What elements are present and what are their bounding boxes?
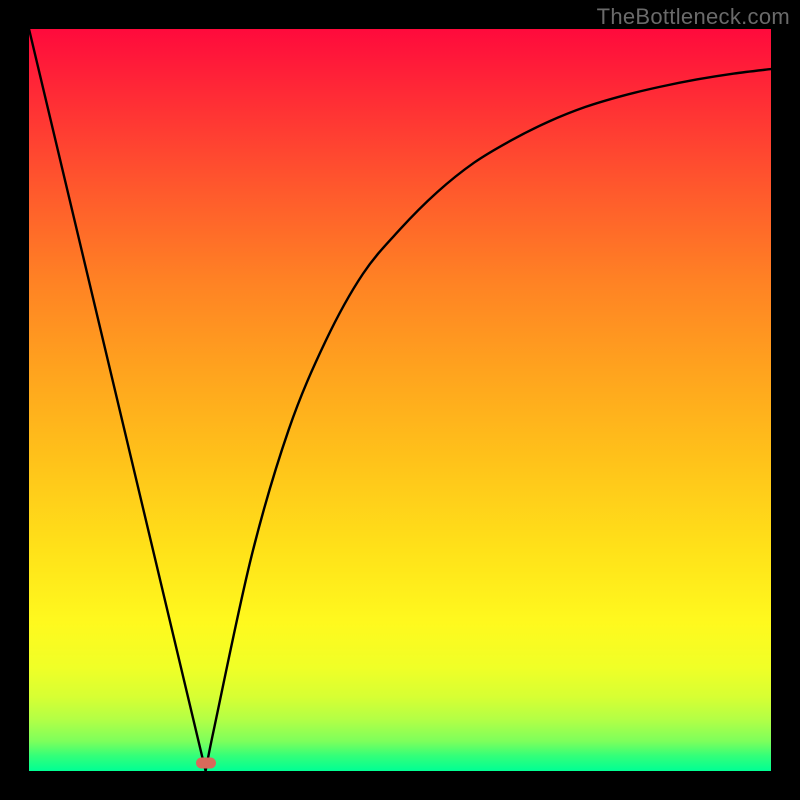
plot-area (29, 29, 771, 771)
chart-frame: TheBottleneck.com (0, 0, 800, 800)
bottleneck-curve (29, 29, 771, 771)
optimal-point-marker (196, 758, 216, 769)
watermark-text: TheBottleneck.com (597, 4, 790, 30)
